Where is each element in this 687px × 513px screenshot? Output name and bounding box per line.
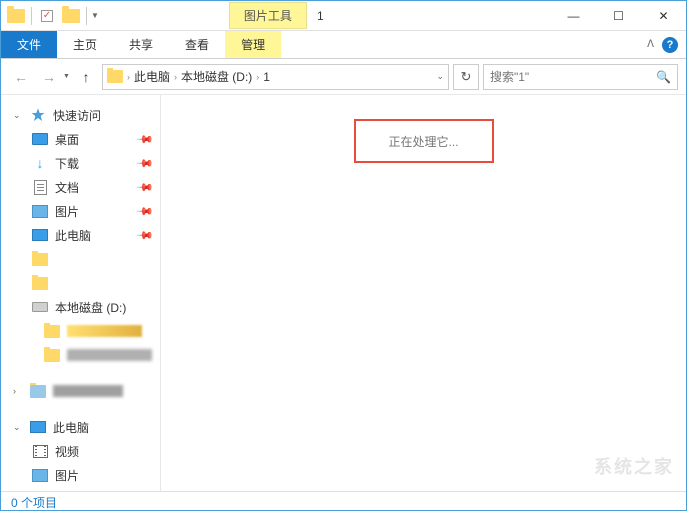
up-button[interactable]: ↑: [74, 65, 98, 89]
tab-home[interactable]: 主页: [57, 31, 113, 58]
address-dropdown-icon[interactable]: ⌄: [436, 71, 444, 82]
picture-icon: [31, 467, 49, 483]
drive-icon: [31, 299, 49, 315]
back-button[interactable]: ←: [9, 65, 33, 89]
blurred-label: [67, 349, 152, 361]
tree-label: 下载: [55, 155, 79, 172]
status-bar: 0 个项目: [1, 491, 686, 513]
pin-icon: 📌: [136, 178, 155, 197]
pc-icon: [29, 419, 47, 435]
ribbon-tabs: 文件 主页 共享 查看 管理 ᐱ ?: [1, 31, 686, 59]
sidebar-item-desktop[interactable]: 桌面 📌: [1, 127, 160, 151]
pin-icon: 📌: [136, 226, 155, 245]
tree-label: 此电脑: [53, 419, 89, 436]
sidebar-item-local-disk[interactable]: 本地磁盘 (D:): [1, 295, 160, 319]
breadcrumb-segment[interactable]: 此电脑: [134, 68, 170, 85]
ribbon-collapse-icon[interactable]: ᐱ: [647, 39, 654, 50]
tree-label: 图片: [55, 467, 79, 484]
sidebar-item-documents[interactable]: 文档 📌: [1, 175, 160, 199]
pin-icon: 📌: [136, 202, 155, 221]
folder-icon: [107, 70, 123, 83]
history-dropdown-icon[interactable]: ▼: [63, 73, 70, 80]
processing-text: 正在处理它...: [388, 133, 458, 150]
pin-icon: 📌: [136, 130, 155, 149]
properties-checkbox-icon[interactable]: ✓: [36, 5, 58, 27]
sidebar-item-this-pc[interactable]: 此电脑 📌: [1, 223, 160, 247]
navigation-pane[interactable]: ⌄ 快速访问 桌面 📌 ↓ 下载 📌 文档 📌 图片 📌 此电脑 📌: [1, 95, 161, 491]
titlebar: ✓ ▼ 图片工具 1 — ☐ ✕: [1, 1, 686, 31]
pin-icon: 📌: [136, 154, 155, 173]
sidebar-item-videos[interactable]: 视频: [1, 439, 160, 463]
breadcrumb-segment[interactable]: 本地磁盘 (D:): [181, 68, 252, 85]
search-box[interactable]: 🔍: [483, 64, 678, 90]
breadcrumb-segment[interactable]: 1: [263, 70, 270, 84]
folder-icon: [43, 323, 61, 339]
item-count: 0 个项目: [11, 494, 57, 511]
sidebar-item-documents[interactable]: 文档: [1, 487, 160, 491]
star-icon: [29, 107, 47, 123]
forward-button[interactable]: →: [37, 65, 61, 89]
sidebar-item-pictures[interactable]: 图片 📌: [1, 199, 160, 223]
context-tab-label: 图片工具: [229, 2, 307, 29]
tab-manage[interactable]: 管理: [225, 31, 281, 58]
blurred-label: [67, 325, 142, 337]
tree-label: 视频: [55, 443, 79, 460]
help-icon[interactable]: ?: [662, 37, 678, 53]
sidebar-item-blurred[interactable]: ›: [1, 379, 160, 403]
maximize-button[interactable]: ☐: [596, 1, 641, 30]
sidebar-item-folder[interactable]: [1, 343, 160, 367]
tree-label: 快速访问: [53, 107, 101, 124]
new-folder-icon[interactable]: [60, 5, 82, 27]
search-input[interactable]: [490, 70, 656, 84]
folder-icon: [29, 383, 47, 399]
chevron-right-icon[interactable]: ›: [256, 72, 259, 82]
tree-label: 图片: [55, 203, 79, 220]
navigation-bar: ← → ▼ ↑ › 此电脑 › 本地磁盘 (D:) › 1 ⌄ ↻ 🔍: [1, 59, 686, 95]
sidebar-item-folder[interactable]: [1, 271, 160, 295]
sidebar-item-downloads[interactable]: ↓ 下载 📌: [1, 151, 160, 175]
picture-icon: [31, 203, 49, 219]
tree-label: 桌面: [55, 131, 79, 148]
folder-icon: [31, 275, 49, 291]
sidebar-item-this-pc[interactable]: ⌄ 此电脑: [1, 415, 160, 439]
expand-icon[interactable]: ⌄: [13, 110, 23, 121]
window-controls: — ☐ ✕: [551, 1, 686, 30]
main-area: ⌄ 快速访问 桌面 📌 ↓ 下载 📌 文档 📌 图片 📌 此电脑 📌: [1, 95, 686, 491]
tree-label: 文档: [55, 491, 79, 492]
chevron-right-icon[interactable]: ›: [174, 72, 177, 82]
blurred-label: [53, 385, 123, 397]
tab-file[interactable]: 文件: [1, 31, 57, 58]
address-bar[interactable]: › 此电脑 › 本地磁盘 (D:) › 1 ⌄: [102, 64, 449, 90]
folder-icon: [43, 347, 61, 363]
tree-label: 本地磁盘 (D:): [55, 299, 126, 316]
search-icon[interactable]: 🔍: [656, 70, 671, 84]
window-title: 1: [317, 9, 324, 23]
tree-label: 此电脑: [55, 227, 91, 244]
sidebar-item-folder[interactable]: [1, 247, 160, 271]
folder-icon: [31, 251, 49, 267]
sidebar-item-folder[interactable]: [1, 319, 160, 343]
qat-dropdown-icon[interactable]: ▼: [91, 11, 99, 20]
expand-icon[interactable]: ⌄: [13, 422, 23, 433]
sidebar-item-quick-access[interactable]: ⌄ 快速访问: [1, 103, 160, 127]
processing-message: 正在处理它...: [354, 119, 494, 163]
quick-access-toolbar: ✓ ▼: [1, 5, 99, 27]
document-icon: [31, 179, 49, 195]
download-icon: ↓: [31, 155, 49, 171]
tree-label: 文档: [55, 179, 79, 196]
refresh-button[interactable]: ↻: [453, 64, 479, 90]
desktop-icon: [31, 131, 49, 147]
close-button[interactable]: ✕: [641, 1, 686, 30]
chevron-right-icon[interactable]: ›: [127, 72, 130, 82]
folder-icon[interactable]: [5, 5, 27, 27]
minimize-button[interactable]: —: [551, 1, 596, 30]
content-pane[interactable]: 正在处理它... 系统之家: [161, 95, 686, 491]
video-icon: [31, 443, 49, 459]
watermark: 系统之家: [594, 453, 674, 479]
tab-view[interactable]: 查看: [169, 31, 225, 58]
sidebar-item-pictures[interactable]: 图片: [1, 463, 160, 487]
expand-icon[interactable]: ›: [13, 386, 23, 396]
tab-share[interactable]: 共享: [113, 31, 169, 58]
pc-icon: [31, 227, 49, 243]
